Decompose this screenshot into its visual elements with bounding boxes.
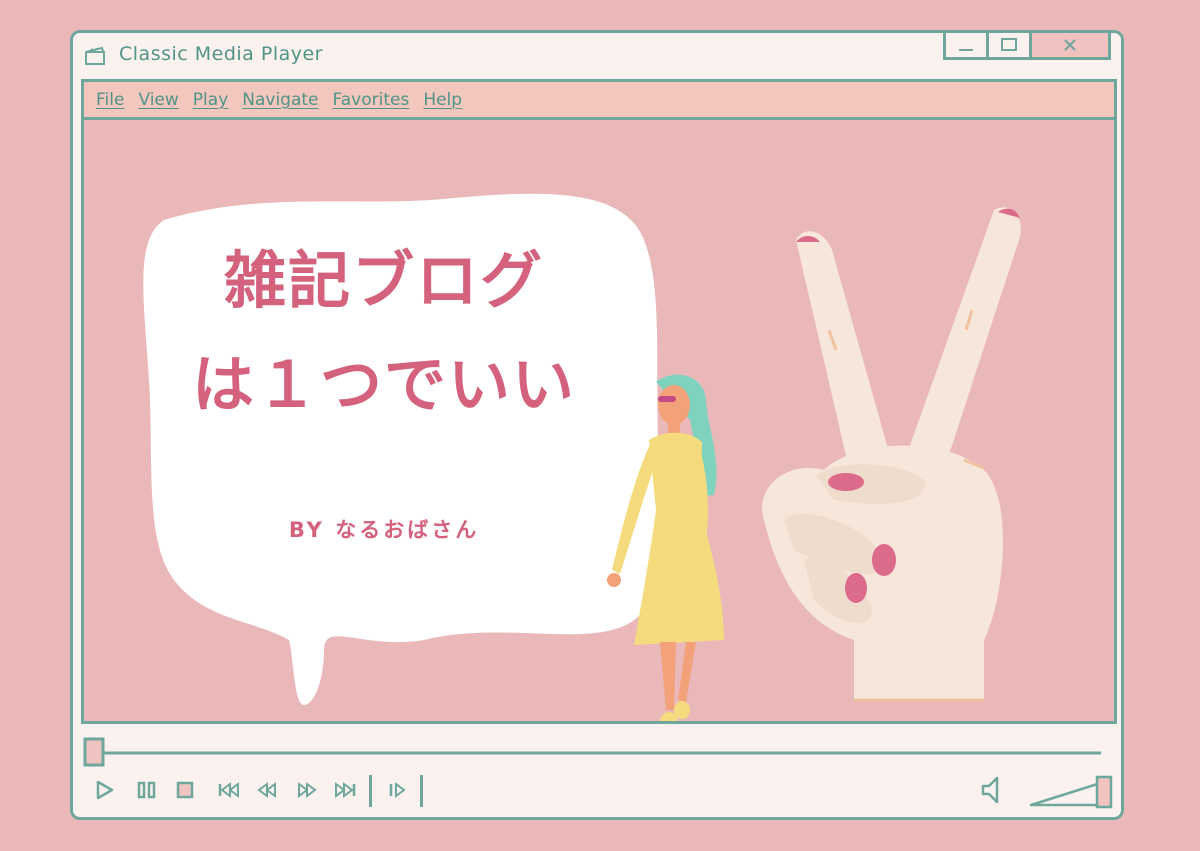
stop-icon: [176, 781, 194, 799]
pause-icon: [137, 781, 156, 799]
menu-file[interactable]: File: [96, 90, 124, 110]
woman-illustration: [607, 374, 724, 721]
rewind-button[interactable]: [253, 775, 281, 805]
step-frame-button[interactable]: [384, 775, 412, 805]
menu-help[interactable]: Help: [423, 90, 462, 110]
step-frame-icon: [389, 782, 406, 798]
volume-slider[interactable]: [1027, 771, 1117, 811]
volume-thumb[interactable]: [1095, 775, 1113, 809]
control-separator: [369, 775, 372, 807]
menu-play[interactable]: Play: [193, 90, 228, 110]
menu-bar: File View Play Navigate Favorites Help: [81, 79, 1117, 117]
close-icon: [1064, 39, 1076, 51]
play-button[interactable]: [91, 775, 119, 805]
video-viewport[interactable]: 雑記ブログ は１つでいい BY なるおばさん: [81, 117, 1117, 724]
seek-thumb[interactable]: [83, 737, 105, 767]
media-player-window: Classic Media Player File View Play Navi…: [70, 30, 1124, 820]
window-controls: [943, 30, 1111, 62]
stop-button[interactable]: [171, 775, 199, 805]
maximize-button[interactable]: [986, 30, 1032, 60]
skip-forward-icon: [335, 782, 356, 798]
playback-controls: [81, 727, 1117, 817]
headline-line-2: は１つでいい: [191, 348, 576, 421]
window-title: Classic Media Player: [119, 43, 323, 65]
close-button[interactable]: [1029, 30, 1111, 60]
mute-button[interactable]: [977, 775, 1005, 805]
seek-bar[interactable]: [81, 737, 1117, 767]
byline: BY なるおばさん: [288, 518, 480, 542]
clapperboard-icon: [85, 46, 105, 65]
fast-forward-icon: [298, 782, 317, 798]
maximize-icon: [1001, 38, 1017, 51]
menu-favorites[interactable]: Favorites: [333, 90, 410, 110]
pause-button[interactable]: [133, 775, 161, 805]
minimize-icon: [959, 49, 973, 51]
menu-view[interactable]: View: [138, 90, 178, 110]
headline-line-1: 雑記ブログ: [223, 244, 544, 317]
menu-navigate[interactable]: Navigate: [242, 90, 318, 110]
title-bar[interactable]: Classic Media Player: [73, 30, 1121, 79]
skip-back-icon: [218, 782, 239, 798]
rewind-icon: [257, 782, 276, 798]
play-icon: [96, 780, 114, 800]
speaker-icon: [981, 776, 999, 804]
skip-forward-button[interactable]: [331, 775, 359, 805]
skip-back-button[interactable]: [215, 775, 243, 805]
peace-sign-hand-illustration: [762, 207, 1021, 702]
fast-forward-button[interactable]: [293, 775, 321, 805]
control-separator: [420, 775, 423, 807]
minimize-button[interactable]: [943, 30, 989, 60]
